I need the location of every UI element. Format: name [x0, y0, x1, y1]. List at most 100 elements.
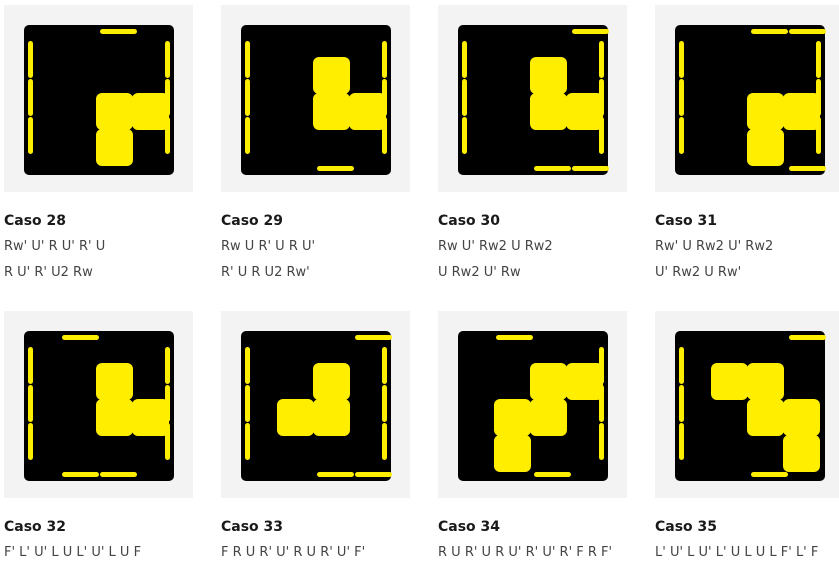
right-edge-sticker [165, 385, 170, 422]
top-edge-sticker [572, 29, 609, 34]
case-diagram [4, 5, 193, 192]
case-title: Caso 28 [4, 213, 67, 229]
right-edge-sticker [599, 79, 604, 116]
right-edge-sticker [165, 79, 170, 116]
bottom-edge-sticker [789, 166, 826, 171]
top-edge-sticker [100, 29, 137, 34]
cube-top-face [458, 25, 609, 175]
right-edge-sticker [165, 347, 170, 384]
left-edge-sticker [679, 347, 684, 384]
case-diagram [4, 311, 193, 498]
case-title: Caso 29 [221, 213, 284, 229]
yellow-sticker [566, 93, 603, 130]
case-algorithm-line-1: F R U R' U' R U R' U' F' [221, 545, 366, 560]
right-edge-sticker [816, 41, 821, 78]
yellow-sticker [96, 93, 133, 130]
right-edge-sticker [382, 385, 387, 422]
case-diagram [438, 5, 627, 192]
left-edge-sticker [245, 117, 250, 154]
top-edge-sticker [496, 335, 533, 340]
left-edge-sticker [28, 423, 33, 460]
yellow-sticker [132, 93, 169, 130]
case-algorithm-line-1: Rw' U Rw2 U' Rw2 [655, 239, 774, 254]
right-edge-sticker [599, 41, 604, 78]
yellow-sticker [530, 57, 567, 94]
right-edge-sticker [382, 79, 387, 116]
yellow-sticker [494, 435, 531, 472]
case-diagram [438, 311, 627, 498]
right-edge-sticker [599, 385, 604, 422]
yellow-sticker [530, 363, 567, 400]
left-edge-sticker [28, 117, 33, 154]
case-algorithm-line-2: R' U R U2 Rw' [221, 265, 310, 280]
yellow-sticker [313, 57, 350, 94]
yellow-sticker [132, 399, 169, 436]
left-edge-sticker [28, 385, 33, 422]
case-algorithm-line-1: Rw U' Rw2 U Rw2 [438, 239, 553, 254]
case-algorithm-line-2: U Rw2 U' Rw [438, 265, 521, 280]
right-edge-sticker [165, 117, 170, 154]
case-diagram [221, 311, 410, 498]
left-edge-sticker [679, 385, 684, 422]
case-algorithm-line-1: Rw U R' U R U' [221, 239, 316, 254]
top-edge-sticker [751, 29, 788, 34]
case-title: Caso 32 [4, 519, 67, 535]
case-title: Caso 35 [655, 519, 718, 535]
case-title: Caso 33 [221, 519, 284, 535]
yellow-sticker [277, 399, 314, 436]
top-edge-sticker [789, 29, 826, 34]
left-edge-sticker [245, 385, 250, 422]
cube-top-face [675, 25, 826, 175]
yellow-sticker [566, 363, 603, 400]
case-title: Caso 30 [438, 213, 501, 229]
yellow-sticker [747, 129, 784, 166]
bottom-edge-sticker [317, 166, 354, 171]
cube-top-face [241, 25, 391, 175]
left-edge-sticker [679, 117, 684, 154]
cube-top-face [24, 25, 174, 175]
left-edge-sticker [28, 347, 33, 384]
left-edge-sticker [245, 423, 250, 460]
left-edge-sticker [28, 79, 33, 116]
left-edge-sticker [245, 347, 250, 384]
cube-top-face [675, 331, 826, 481]
case-algorithm-line-1: L' U' L U' L' U L U L F' L' F [655, 545, 819, 560]
bottom-edge-sticker [100, 472, 137, 477]
bottom-edge-sticker [534, 472, 571, 477]
bottom-edge-sticker [317, 472, 354, 477]
case-algorithm-line-2: U' Rw2 U Rw' [655, 265, 742, 280]
yellow-sticker [313, 93, 350, 130]
yellow-sticker [783, 435, 820, 472]
right-edge-sticker [382, 117, 387, 154]
case-diagram [655, 5, 839, 192]
right-edge-sticker [382, 423, 387, 460]
right-edge-sticker [382, 41, 387, 78]
right-edge-sticker [382, 347, 387, 384]
cube-top-face [458, 331, 608, 481]
bottom-edge-sticker [355, 472, 392, 477]
case-diagram [655, 311, 839, 498]
left-edge-sticker [679, 423, 684, 460]
case-algorithm-line-1: F' L' U' L U L' U' L U F [4, 545, 142, 560]
cube-top-face [241, 331, 392, 481]
bottom-edge-sticker [751, 472, 788, 477]
yellow-sticker [313, 399, 350, 436]
cube-top-face [24, 331, 174, 481]
right-edge-sticker [165, 41, 170, 78]
left-edge-sticker [245, 79, 250, 116]
right-edge-sticker [816, 79, 821, 116]
yellow-sticker [711, 363, 748, 400]
left-edge-sticker [462, 79, 467, 116]
top-edge-sticker [789, 335, 826, 340]
case-title: Caso 34 [438, 519, 501, 535]
bottom-edge-sticker [572, 166, 609, 171]
left-edge-sticker [679, 79, 684, 116]
yellow-sticker [494, 399, 531, 436]
yellow-sticker [313, 363, 350, 400]
right-edge-sticker [599, 423, 604, 460]
left-edge-sticker [679, 41, 684, 78]
yellow-sticker [783, 93, 820, 130]
right-edge-sticker [816, 117, 821, 154]
left-edge-sticker [462, 117, 467, 154]
case-diagram [221, 5, 410, 192]
